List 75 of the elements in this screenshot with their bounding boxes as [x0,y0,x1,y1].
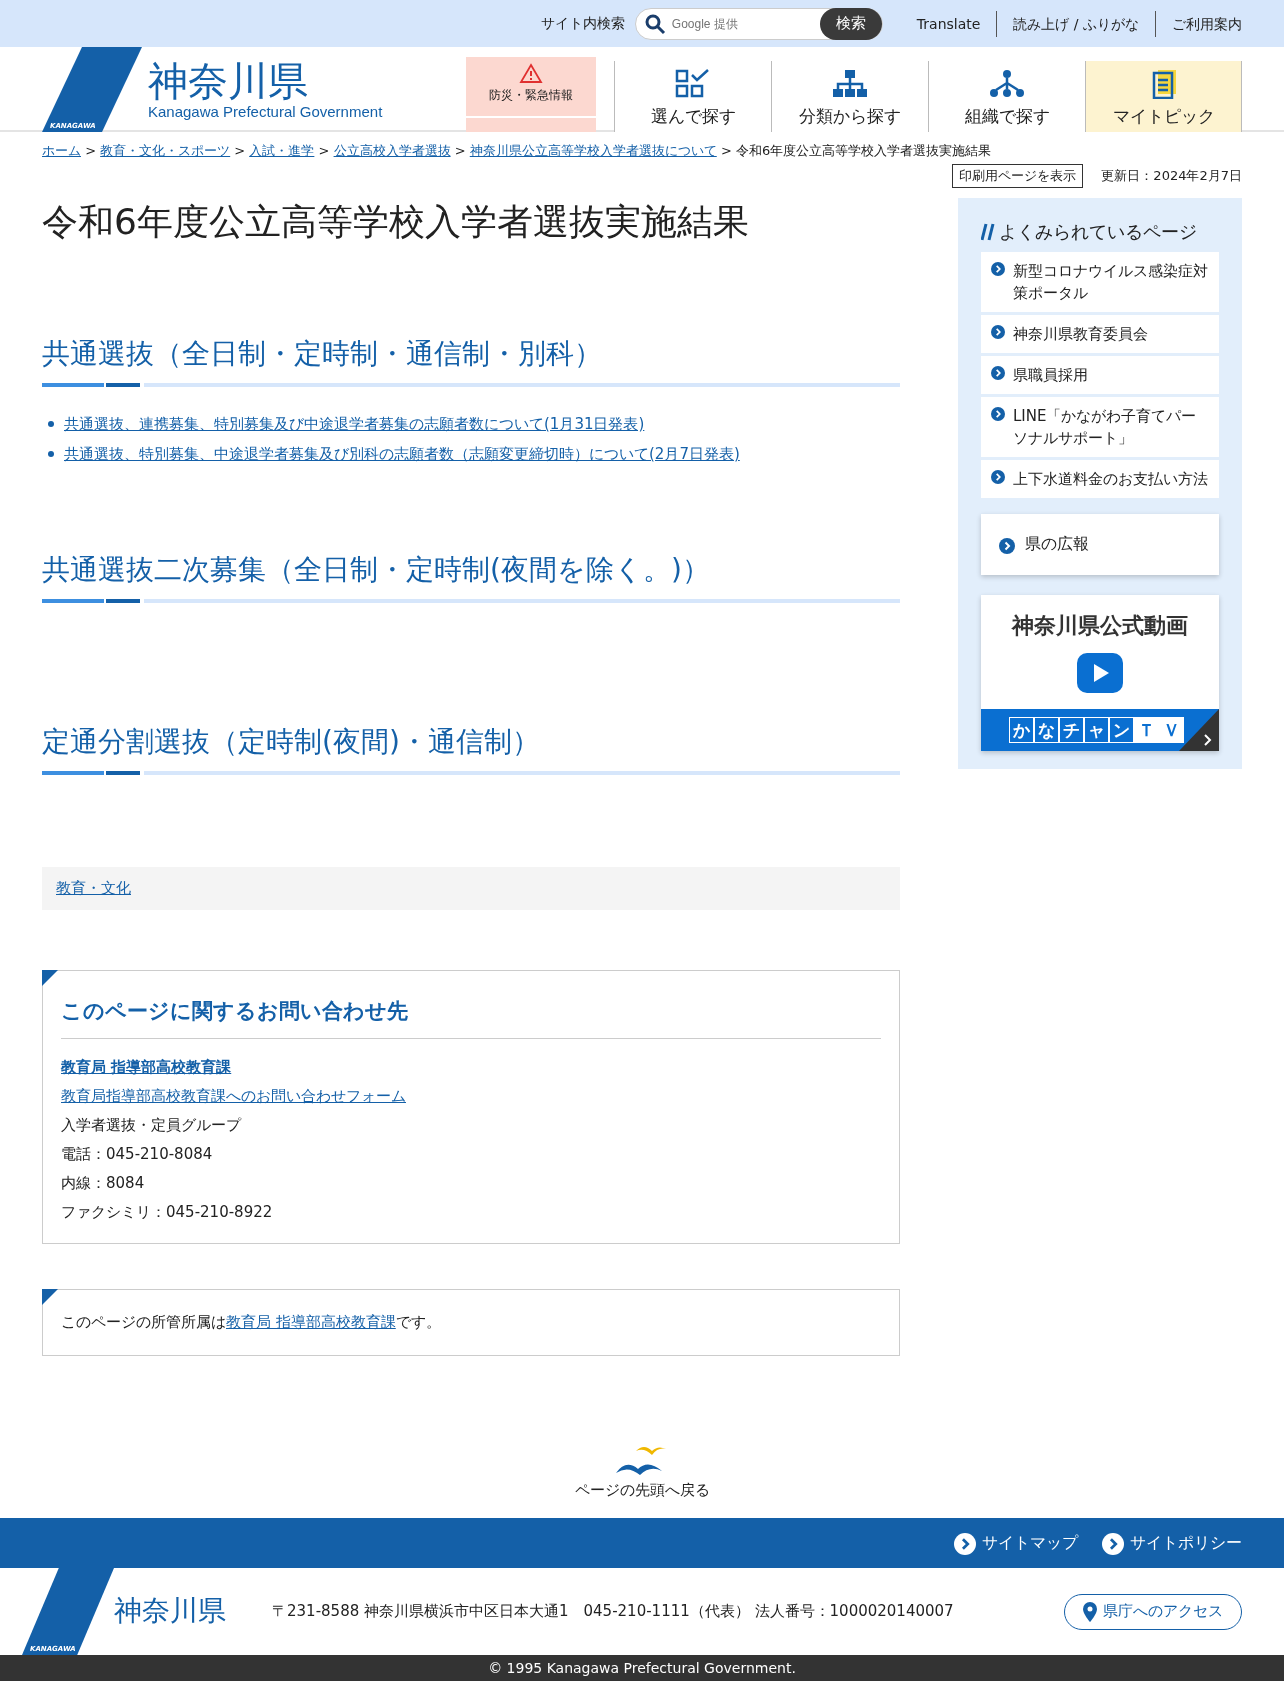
popular-link[interactable]: 上下水道料金のお支払い方法 [981,460,1219,498]
document-link[interactable]: 共通選抜、連携募集、特別募集及び中途退学者募集の志願者数について(1月31日発表) [64,409,645,439]
breadcrumb-separator: > [317,143,331,158]
breadcrumb-separator: > [719,143,733,158]
address-text: 〒231-8588 神奈川県横浜市中区日本大通1 045-210-1111（代表） 法人番号：1000020140007 [272,1602,955,1621]
breadcrumb-link[interactable]: ホーム [42,143,81,158]
logo-title: 神奈川県 [114,1596,226,1627]
owner-link[interactable]: 教育局 指導部高校教育課 [226,1313,396,1331]
contact-line: 内線：8084 [61,1173,146,1194]
logo-title: 神奈川県 [148,59,309,103]
breadcrumb-link[interactable]: 教育・文化・スポーツ [100,143,231,158]
nav-tab[interactable]: 分類から探す [771,61,928,132]
warning-icon [519,63,543,83]
updated-date: 更新日：2024年2月7日 [1101,167,1242,185]
chevron-icon [991,407,1005,421]
utility-link[interactable]: ご利用案内 [1155,10,1242,37]
chevron-icon [991,262,1005,276]
print-button[interactable]: 印刷用ページを表示 [952,164,1084,188]
video-title: 神奈川県公式動画 [1010,612,1189,640]
popular-link[interactable]: 新型コロナウイルス感染症対策ポータル [981,252,1219,312]
chevron-icon [1102,1533,1124,1555]
contact-line: 電話：045-210-8084 [61,1144,214,1165]
chevron-icon [999,537,1015,554]
nav-tab[interactable]: 組織で探す [928,61,1085,132]
double-slash-icon [981,223,995,241]
video-banner[interactable]: か な チ ャ ン Ｔ Ｖ [981,709,1219,751]
play-icon [1077,653,1123,693]
section-heading: 定通分割選抜（定時制(夜間)・通信制） [42,724,541,760]
logo-subtitle: Kanagawa Prefectural Government [148,103,383,120]
search-icon [643,12,666,35]
search-label: サイト内検索 [540,14,625,33]
popular-link[interactable]: LINE「かながわ子育てパーソナルサポート」 [981,397,1219,457]
department-link[interactable]: 教育局 指導部高校教育課 [61,1058,232,1076]
section-heading: 共通選抜二次募集（全日制・定時制(夜間を除く。)） [42,552,711,588]
document-link[interactable]: 共通選抜、特別募集、中途退学者募集及び別科の志願者数（志願変更締切時）について(2月7日発表) [64,439,740,469]
breadcrumb-separator: > [233,143,247,158]
koho-link[interactable]: 県の広報 [981,514,1219,575]
utility-link[interactable]: 読み上げ / ふりがな [996,10,1155,37]
popular-link[interactable]: 神奈川県教育委員会 [981,315,1219,353]
category-link[interactable]: 教育・文化 [56,879,131,897]
emergency-button[interactable]: 防災・緊急情報 [466,57,596,132]
owner-sentence: このページの所管所属は教育局 指導部高校教育課です。 [61,1313,441,1331]
chevron-icon [991,325,1005,339]
contact-line: ファクシミリ：045-210-8922 [61,1202,274,1223]
hierarchy-icon [832,69,868,99]
sidebar-heading: よくみられているページ [999,220,1197,244]
utility-link[interactable]: Translate [900,10,997,37]
search-field[interactable]: Google 提供 検索 [634,7,883,40]
contact-line: 入学者選抜・定員グループ [61,1115,243,1136]
breadcrumb-link[interactable]: 入試・進学 [249,143,315,158]
nav-tab[interactable]: マイトピック [1085,61,1242,132]
map-pin-icon [1083,1601,1097,1622]
popular-link[interactable]: 県職員採用 [981,356,1219,394]
bullet-icon [48,421,54,427]
back-to-top-link[interactable]: ページの先頭へ戻る [542,1441,742,1500]
nav-tab[interactable]: 選んで探す [614,61,771,132]
breadcrumb-link[interactable]: 神奈川県公立高等学校入学者選抜について [469,143,717,158]
people-network-icon [989,69,1025,99]
breadcrumb-link[interactable]: 公立高校入学者選抜 [333,143,451,158]
search-button[interactable]: 検索 [819,7,882,40]
contact-heading: このページに関するお問い合わせ先 [61,997,881,1039]
bullet-icon [48,451,54,457]
contact-form-link[interactable]: 教育局指導部高校教育課へのお問い合わせフォーム [61,1087,406,1105]
copyright: © 1995 Kanagawa Prefectural Government. [0,1655,1284,1681]
chevron-icon [991,470,1005,484]
chevron-icon [954,1533,976,1555]
page-title: 令和6年度公立高等学校入学者選抜実施結果 [42,200,750,244]
breadcrumb-separator: > [84,143,98,158]
chevron-icon [991,366,1005,380]
footer-link[interactable]: サイトマップ [954,1531,1078,1555]
breadcrumb-current: 令和6年度公立高等学校入学者選抜実施結果 [735,143,992,158]
checklist-icon [675,69,711,99]
breadcrumb-separator: > [453,143,467,158]
footer-link[interactable]: サイトポリシー [1102,1531,1242,1555]
section-heading: 共通選抜（全日制・定時制・通信制・別科） [42,336,603,372]
